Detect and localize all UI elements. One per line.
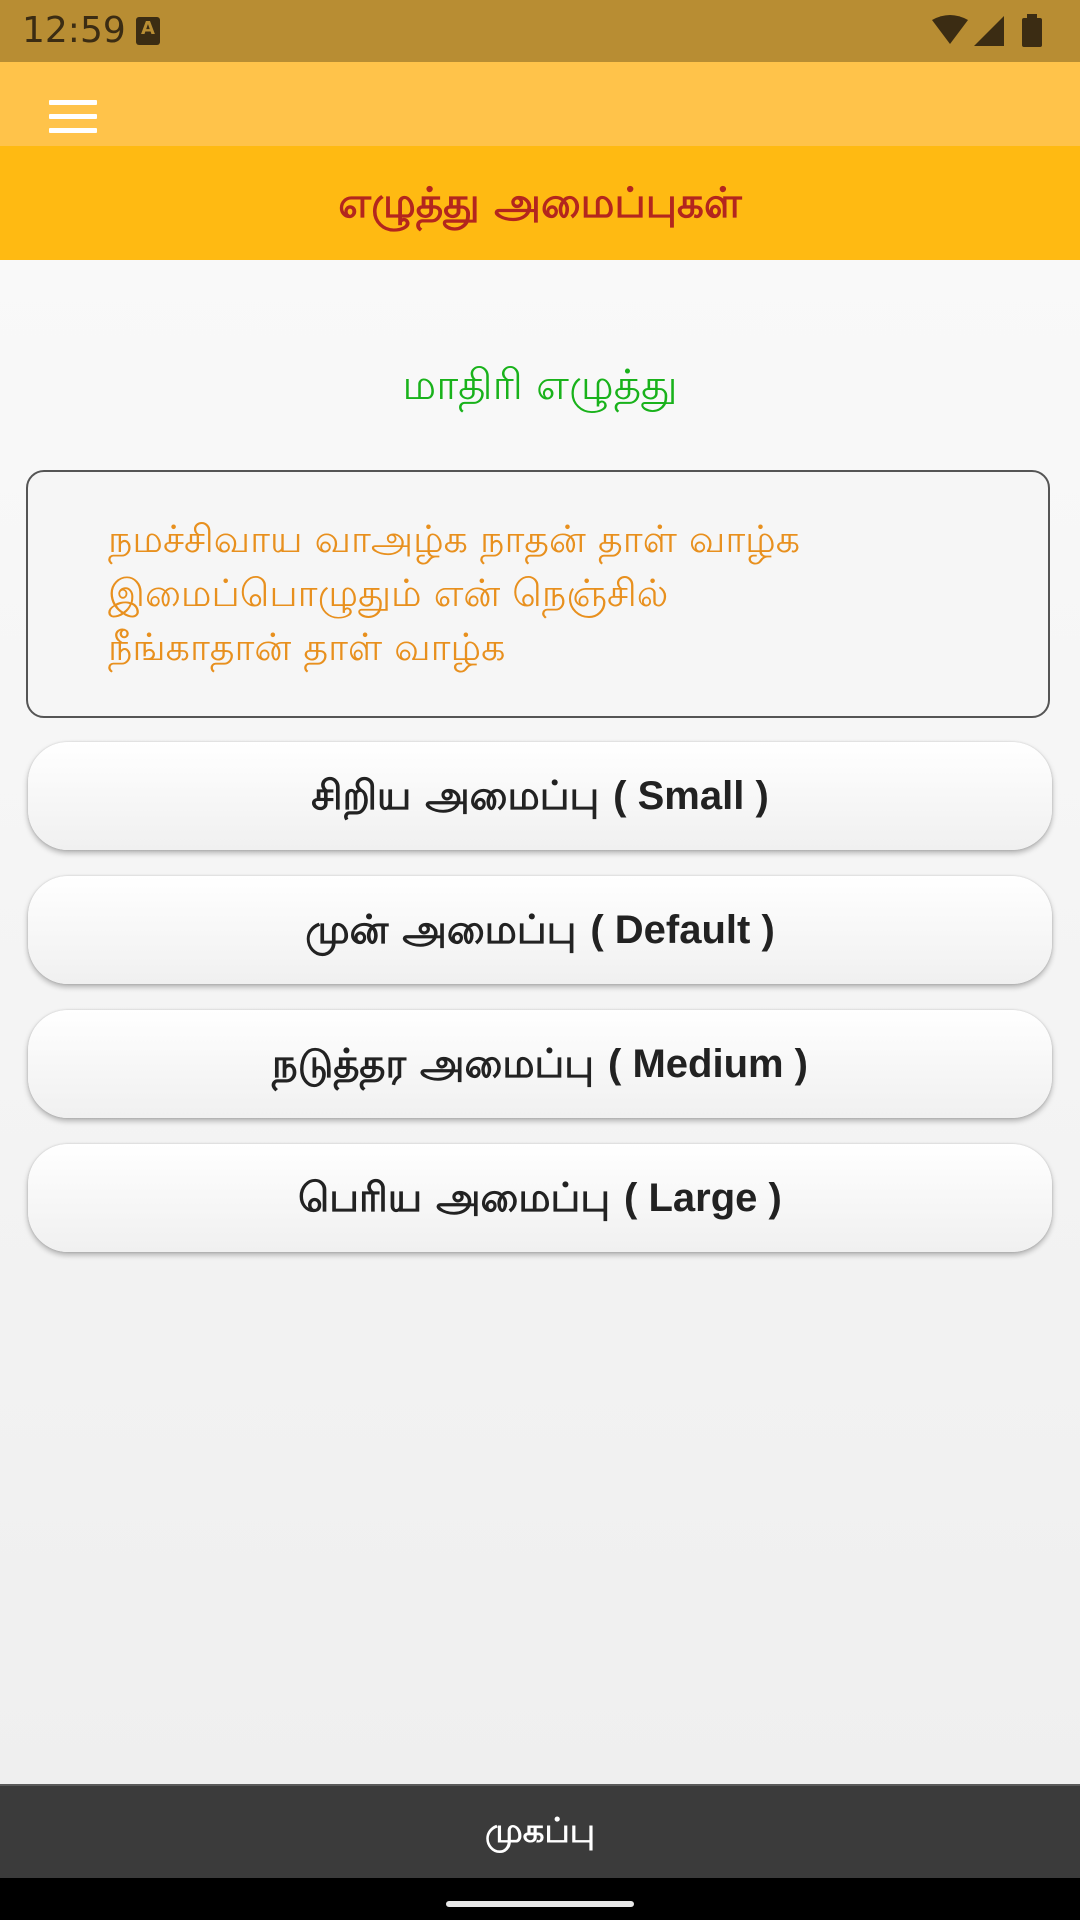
hamburger-menu-icon[interactable] [49, 100, 97, 134]
sample-line: இமைப்பொழுதும் என் நெஞ்சில் [108, 571, 669, 615]
medium-size-button[interactable]: நடுத்தர அமைப்பு ( Medium ) [28, 1010, 1052, 1118]
button-label-english: ( Default ) [590, 908, 775, 952]
button-label-english: ( Large ) [624, 1176, 782, 1220]
large-size-button[interactable]: பெரிய அமைப்பு ( Large ) [28, 1144, 1052, 1252]
status-icons [930, 14, 1050, 48]
sample-line: நீங்காதான் தாள் வாழ்க [108, 625, 506, 669]
button-label-tamil: நடுத்தர அமைப்பு [271, 1041, 595, 1087]
button-label-english: ( Small ) [613, 774, 769, 818]
status-time: 12:59 [22, 10, 126, 51]
signal-icon [974, 16, 1004, 46]
home-button[interactable]: முகப்பு [0, 1784, 1080, 1878]
sample-label: மாதிரி எழுத்து [402, 360, 678, 409]
button-label-tamil: சிறிய அமைப்பு [311, 773, 600, 819]
app-bar [0, 62, 1080, 146]
default-size-button[interactable]: முன் அமைப்பு ( Default ) [28, 876, 1052, 984]
wifi-icon [932, 15, 968, 44]
button-label-tamil: முன் அமைப்பு [305, 907, 577, 953]
button-label-english: ( Medium ) [608, 1042, 808, 1086]
status-bar: 12:59 A [0, 0, 1080, 62]
system-nav-bar [0, 1878, 1080, 1920]
button-label-tamil: பெரிய அமைப்பு [298, 1175, 611, 1221]
small-size-button[interactable]: சிறிய அமைப்பு ( Small ) [28, 742, 1052, 850]
battery-icon [1022, 14, 1042, 47]
sample-line: நமச்சிவாய வாஅழ்க நாதன் தாள் வாழ்க [108, 517, 801, 561]
page-title: எழுத்து அமைப்புகள் [338, 178, 742, 227]
notification-a-icon: A [136, 17, 160, 45]
sample-text: நமச்சிவாய வாஅழ்க நாதன் தாள் வாழ்க இமைப்ப… [108, 512, 1008, 674]
home-indicator[interactable] [446, 1901, 634, 1907]
